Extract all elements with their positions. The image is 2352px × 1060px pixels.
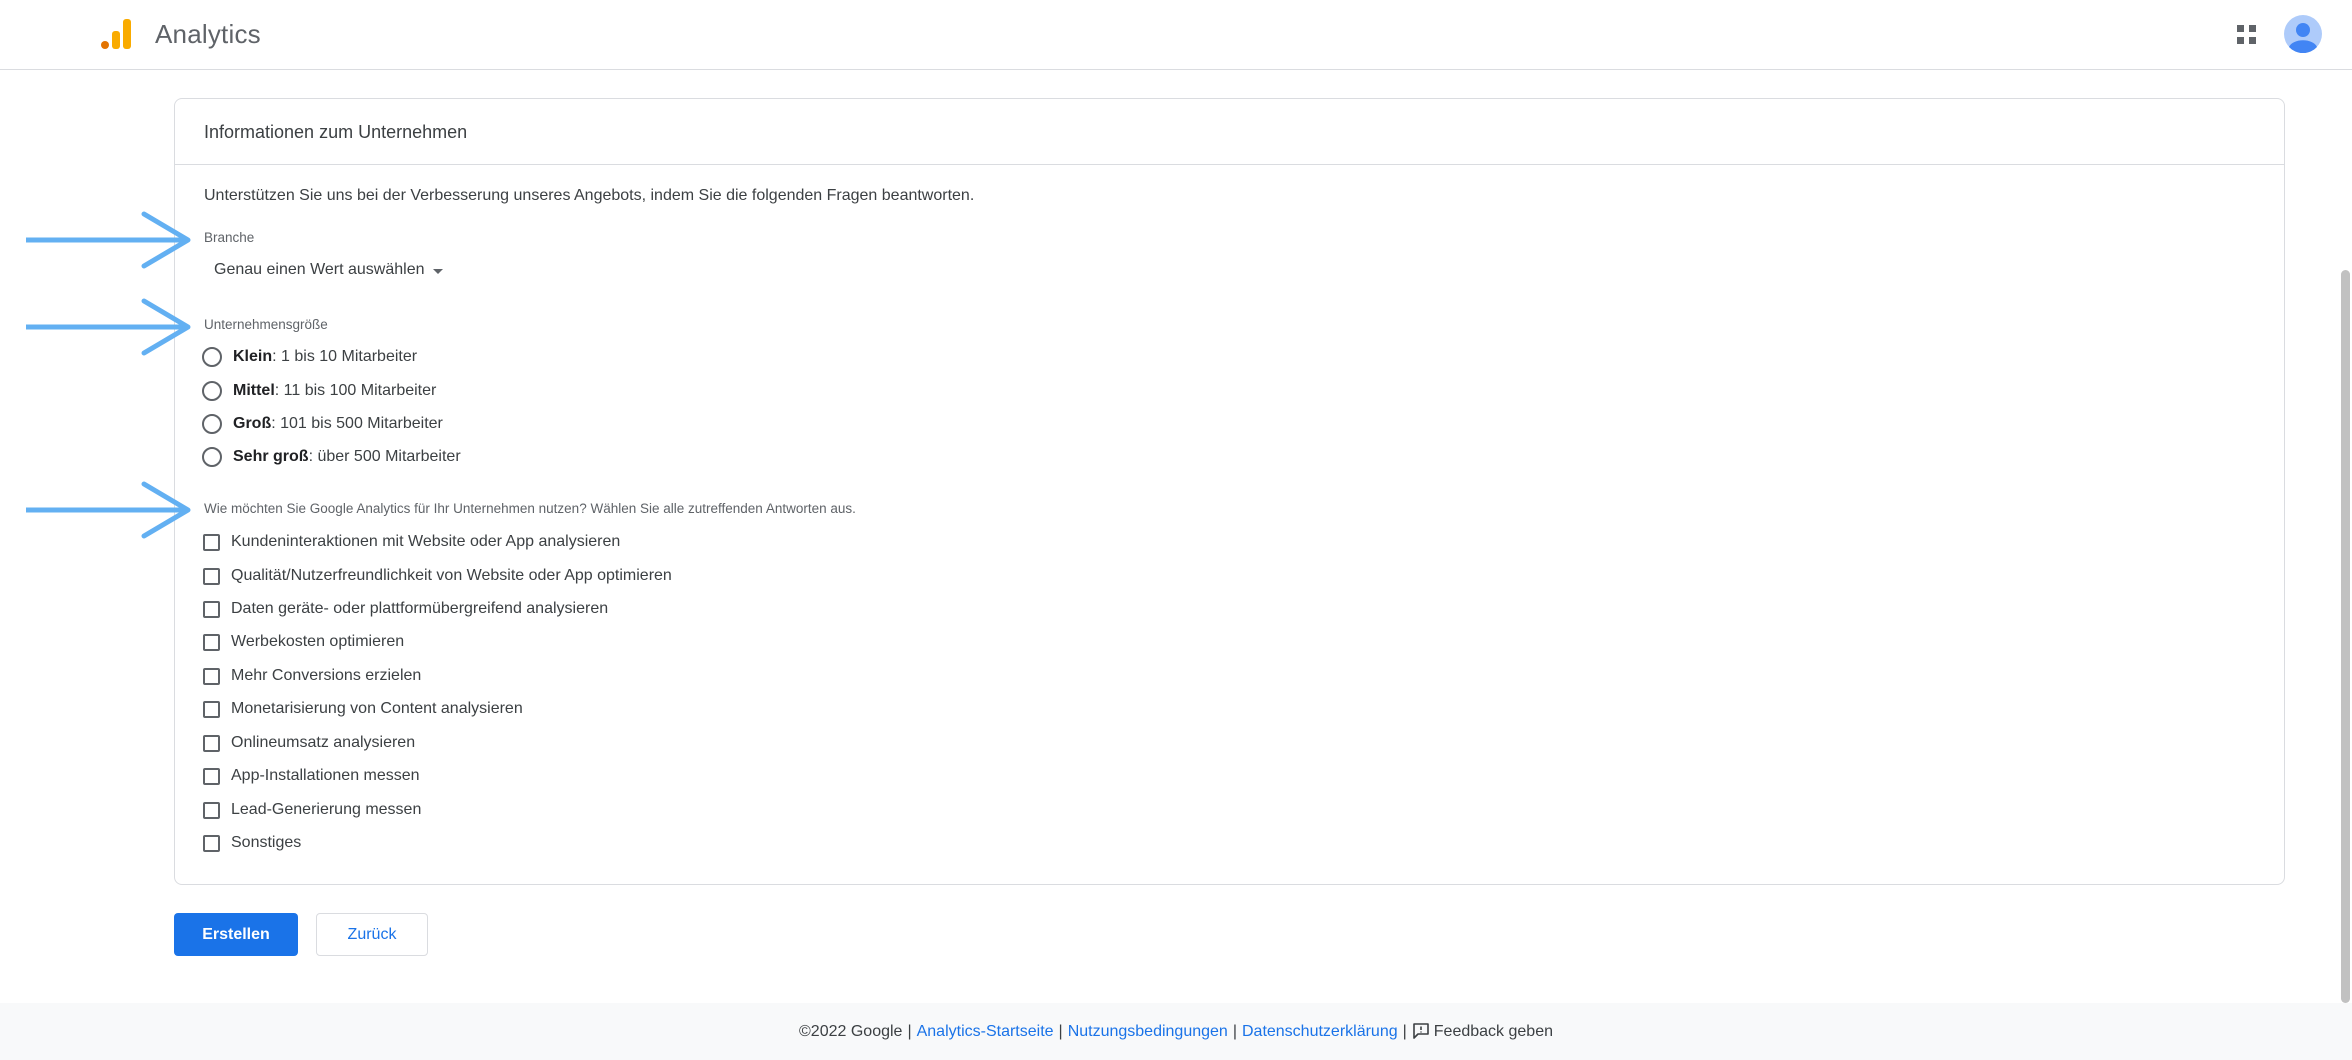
usage-option-4[interactable]: Werbekosten optimieren <box>203 630 404 654</box>
checkbox[interactable] <box>203 633 220 651</box>
checkbox[interactable] <box>203 801 220 819</box>
usage-option-label: Sonstiges <box>231 834 302 851</box>
annotation-arrow-icon <box>26 298 191 356</box>
top-app-bar: Analytics <box>0 0 2352 70</box>
checkbox[interactable] <box>203 533 220 551</box>
usage-option-2[interactable]: Qualität/Nutzerfreundlichkeit von Websit… <box>203 564 672 588</box>
size-option-medium[interactable]: Mittel: 11 bis 100 Mitarbeiter <box>202 378 436 404</box>
checkbox[interactable] <box>203 767 220 785</box>
size-option-small[interactable]: Klein: 1 bis 10 Mitarbeiter <box>202 344 417 370</box>
usage-option-6[interactable]: Monetarisierung von Content analysieren <box>203 697 523 721</box>
industry-label: Branche <box>204 230 255 245</box>
feedback-label: Feedback geben <box>1433 1023 1553 1040</box>
checkbox[interactable] <box>203 834 220 852</box>
intro-text: Unterstützen Sie uns bei der Verbesserun… <box>204 187 975 204</box>
checkbox[interactable] <box>203 667 220 685</box>
usage-option-8[interactable]: App-Installationen messen <box>203 764 420 788</box>
footer-link-privacy[interactable]: Datenschutzerklärung <box>1242 1023 1398 1040</box>
usage-option-9[interactable]: Lead-Generierung messen <box>203 798 421 822</box>
app-title[interactable]: Analytics <box>155 19 261 50</box>
analytics-logo-icon[interactable] <box>99 17 133 51</box>
annotation-arrow-icon <box>26 481 191 539</box>
usage-option-7[interactable]: Onlineumsatz analysieren <box>203 731 415 755</box>
usage-option-5[interactable]: Mehr Conversions erzielen <box>203 664 421 688</box>
footer-separator: | <box>1058 1023 1063 1040</box>
size-option-large[interactable]: Groß: 101 bis 500 Mitarbeiter <box>202 411 443 437</box>
usage-option-3[interactable]: Daten geräte- oder plattformübergreifend… <box>203 597 608 621</box>
size-option-label: Groß: 101 bis 500 Mitarbeiter <box>233 415 443 432</box>
card-title: Informationen zum Unternehmen <box>204 122 468 142</box>
usage-option-label: App-Installationen messen <box>231 767 420 784</box>
checkbox[interactable] <box>203 700 220 718</box>
footer-separator: | <box>1232 1023 1237 1040</box>
size-option-very-large[interactable]: Sehr groß: über 500 Mitarbeiter <box>202 444 461 470</box>
size-option-label: Klein: 1 bis 10 Mitarbeiter <box>233 348 418 365</box>
usage-option-label: Onlineumsatz analysieren <box>231 734 416 751</box>
scrollbar-thumb[interactable] <box>2341 270 2350 1003</box>
apps-grid-icon[interactable] <box>2237 25 2257 45</box>
annotation-arrow-icon <box>26 211 191 269</box>
footer-separator: | <box>1402 1023 1407 1040</box>
caret-down-icon <box>432 268 443 274</box>
footer-link-terms[interactable]: Nutzungsbedingungen <box>1068 1023 1228 1040</box>
size-option-label: Mittel: 11 bis 100 Mitarbeiter <box>233 382 437 399</box>
usage-option-label: Mehr Conversions erzielen <box>231 667 422 684</box>
create-button[interactable]: Erstellen <box>174 913 298 956</box>
footer-separator: | <box>907 1023 912 1040</box>
usage-option-1[interactable]: Kundeninteraktionen mit Website oder App… <box>203 530 620 554</box>
radio-button[interactable] <box>202 347 222 367</box>
company-info-card: Informationen zum Unternehmen Unterstütz… <box>174 98 2285 885</box>
radio-button[interactable] <box>202 414 222 434</box>
feedback-button[interactable]: Feedback geben <box>1412 1023 1553 1040</box>
checkbox[interactable] <box>203 600 220 618</box>
footer-copyright: ©2022 Google <box>799 1023 903 1040</box>
industry-dropdown[interactable]: Genau einen Wert auswählen <box>214 261 443 279</box>
usage-label: Wie möchten Sie Google Analytics für Ihr… <box>204 501 856 516</box>
usage-option-label: Lead-Generierung messen <box>231 801 422 818</box>
usage-option-label: Daten geräte- oder plattformübergreifend… <box>231 600 609 617</box>
checkbox[interactable] <box>203 567 220 585</box>
radio-button[interactable] <box>202 381 222 401</box>
usage-option-label: Werbekosten optimieren <box>231 633 405 650</box>
usage-option-label: Monetarisierung von Content analysieren <box>231 700 523 717</box>
radio-button[interactable] <box>202 447 222 467</box>
checkbox[interactable] <box>203 734 220 752</box>
company-size-label: Unternehmensgröße <box>204 317 328 332</box>
usage-option-label: Kundeninteraktionen mit Website oder App… <box>231 533 621 550</box>
account-avatar-icon[interactable] <box>2284 15 2322 53</box>
feedback-icon <box>1412 1023 1429 1039</box>
card-header: Informationen zum Unternehmen <box>175 99 2284 165</box>
usage-option-label: Qualität/Nutzerfreundlichkeit von Websit… <box>231 567 672 584</box>
size-option-label: Sehr groß: über 500 Mitarbeiter <box>233 448 461 465</box>
back-button[interactable]: Zurück <box>316 913 428 956</box>
footer: ©2022 Google | Analytics-Startseite | Nutzun… <box>0 1003 2352 1060</box>
footer-link-analytics-home[interactable]: Analytics-Startseite <box>917 1023 1054 1040</box>
usage-option-10[interactable]: Sonstiges <box>203 831 301 855</box>
industry-dropdown-value: Genau einen Wert auswählen <box>214 261 425 278</box>
footer-links: ©2022 Google | Analytics-Startseite | Nutzun… <box>0 1023 2352 1041</box>
